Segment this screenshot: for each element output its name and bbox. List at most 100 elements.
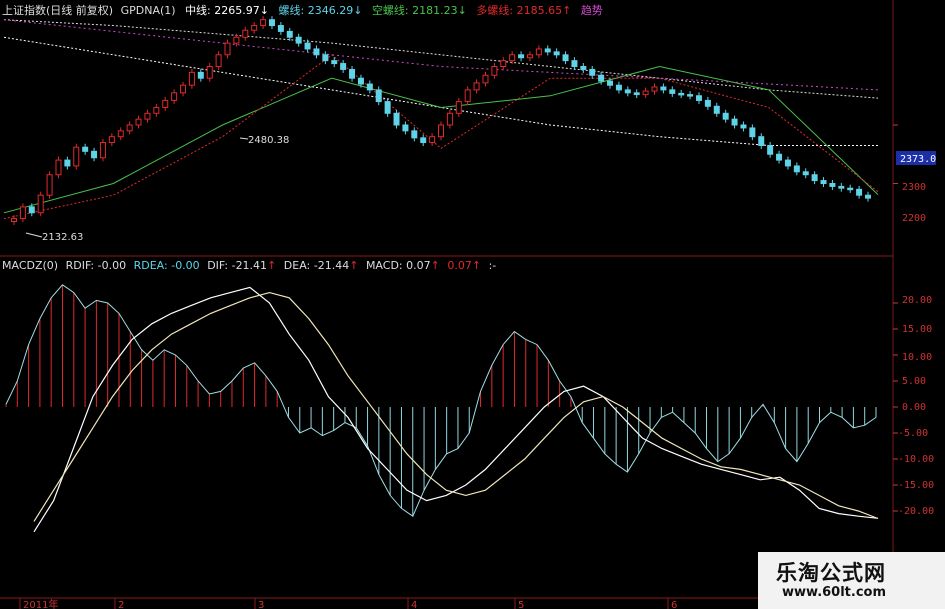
- candle-body: [153, 106, 160, 114]
- trend-legend: 趋势: [580, 4, 603, 17]
- candle-body: [55, 159, 62, 176]
- candle-body: [340, 63, 347, 70]
- candle-body: [669, 89, 676, 94]
- rdif-legend: RDIF: -0.00: [65, 259, 127, 272]
- candle-body: [224, 42, 231, 56]
- time-label-4: 5: [518, 600, 524, 609]
- macd-tick-0: 0.00: [902, 402, 926, 413]
- candle-body: [820, 180, 827, 184]
- macd-histogram-outline: [5, 284, 877, 517]
- candle-body: [856, 188, 863, 196]
- long-spiral-legend: 多螺线: 2185.65↑: [476, 4, 572, 17]
- candle-body: [500, 60, 507, 68]
- candle-body: [180, 84, 187, 94]
- candle-body: [384, 101, 391, 114]
- dea-legend: DEA: -21.44↑: [283, 259, 359, 272]
- candle-body: [455, 101, 462, 114]
- candle-body: [242, 29, 249, 38]
- chart-canvas: 2011年 2 3 4 5 6 2373.0 2300 2200 20.00 15.00 …: [0, 0, 936, 609]
- spiral-legend: 螺线: 2346.29↓: [278, 4, 363, 17]
- macd-tick-10: 10.00: [902, 352, 932, 363]
- candle-body: [642, 90, 649, 96]
- macd-tick-20: 20.00: [902, 295, 932, 306]
- macd-header: MACDZ(0) RDIF: -0.00 RDEA: -0.00 DIF: -2…: [2, 259, 496, 272]
- tail-legend: :-: [488, 259, 497, 272]
- price-line-1: [3, 19, 879, 99]
- candle-body: [571, 60, 578, 68]
- candle-body: [446, 112, 453, 126]
- time-label-2: 3: [258, 600, 264, 609]
- candle-body: [233, 36, 240, 44]
- rdea-legend: RDEA: -0.00: [133, 259, 200, 272]
- candle-body: [802, 171, 809, 176]
- candle-body: [722, 112, 729, 120]
- candle-body: [758, 136, 765, 146]
- candle-body: [526, 54, 533, 59]
- candle-body: [37, 194, 44, 214]
- chart-title: 上证指数(日线 前复权): [2, 4, 114, 17]
- price-tick-2300: 2300: [902, 182, 926, 193]
- candle-body: [704, 99, 711, 107]
- candle-body: [793, 165, 800, 173]
- macd-tick-m15: -15.00: [898, 480, 934, 491]
- candle-body: [19, 206, 26, 220]
- watermark-url: www.60lt.com: [782, 585, 887, 600]
- candle-body: [784, 159, 791, 167]
- time-label-3: 4: [411, 600, 417, 609]
- candle-body: [518, 54, 525, 59]
- macd-tick-m10: -10.00: [898, 454, 934, 465]
- candle-body: [46, 174, 53, 196]
- time-label-5: 6: [671, 600, 677, 609]
- low-annotation-pointer: [25, 232, 43, 238]
- candle-body: [624, 89, 631, 94]
- candle-body: [11, 218, 17, 223]
- candle-body: [678, 92, 685, 96]
- extra-legend: 0.07↑: [447, 259, 482, 272]
- time-label-1: 2: [118, 600, 124, 609]
- candle-body: [171, 92, 178, 101]
- candle-body: [304, 42, 311, 50]
- candle-body: [740, 124, 747, 129]
- price-header: 上证指数(日线 前复权) GPDNA(1) 中线: 2265.97↓ 螺线: 2…: [2, 4, 603, 17]
- candle-body: [313, 48, 320, 56]
- candle-body: [731, 118, 738, 126]
- candle-body: [811, 174, 818, 182]
- candle-body: [553, 51, 560, 56]
- candle-body: [357, 77, 364, 85]
- candle-body: [91, 150, 98, 159]
- candle-body: [438, 124, 444, 138]
- candle-body: [829, 183, 836, 187]
- candle-body: [117, 130, 124, 138]
- indicator-name: GPDNA(1): [120, 4, 176, 17]
- high-annotation-pointer: [239, 137, 249, 140]
- macd-legend: MACD: 0.07↑: [365, 259, 440, 272]
- price-line-4: [3, 19, 879, 91]
- candle-body: [260, 19, 267, 27]
- candle-body: [251, 25, 258, 31]
- macd-tick-m20: -20.00: [898, 506, 934, 517]
- candle-body: [411, 130, 418, 139]
- candle-body: [491, 66, 498, 76]
- candle-body: [402, 124, 409, 132]
- candle-body: [64, 159, 71, 167]
- candle-body: [366, 83, 373, 91]
- current-price-label: 2373.0: [900, 154, 936, 165]
- candle-body: [482, 74, 489, 84]
- low-annotation: 2132.63: [42, 232, 83, 243]
- candle-body: [535, 48, 542, 56]
- candle-body: [615, 84, 622, 91]
- candle-body: [660, 86, 667, 91]
- candle-body: [277, 25, 284, 32]
- candle-body: [562, 54, 569, 62]
- candle-body: [188, 71, 195, 86]
- candle-body: [607, 80, 614, 86]
- candle-body: [331, 60, 338, 65]
- candle-body: [464, 89, 471, 103]
- dif-legend: DIF: -21.41↑: [207, 259, 277, 272]
- candle-body: [108, 136, 115, 144]
- candle-body: [197, 71, 204, 79]
- candle-body: [651, 86, 658, 92]
- candle-body: [28, 206, 35, 214]
- candle-body: [865, 194, 871, 199]
- macd-tick-5: 5.00: [902, 376, 926, 387]
